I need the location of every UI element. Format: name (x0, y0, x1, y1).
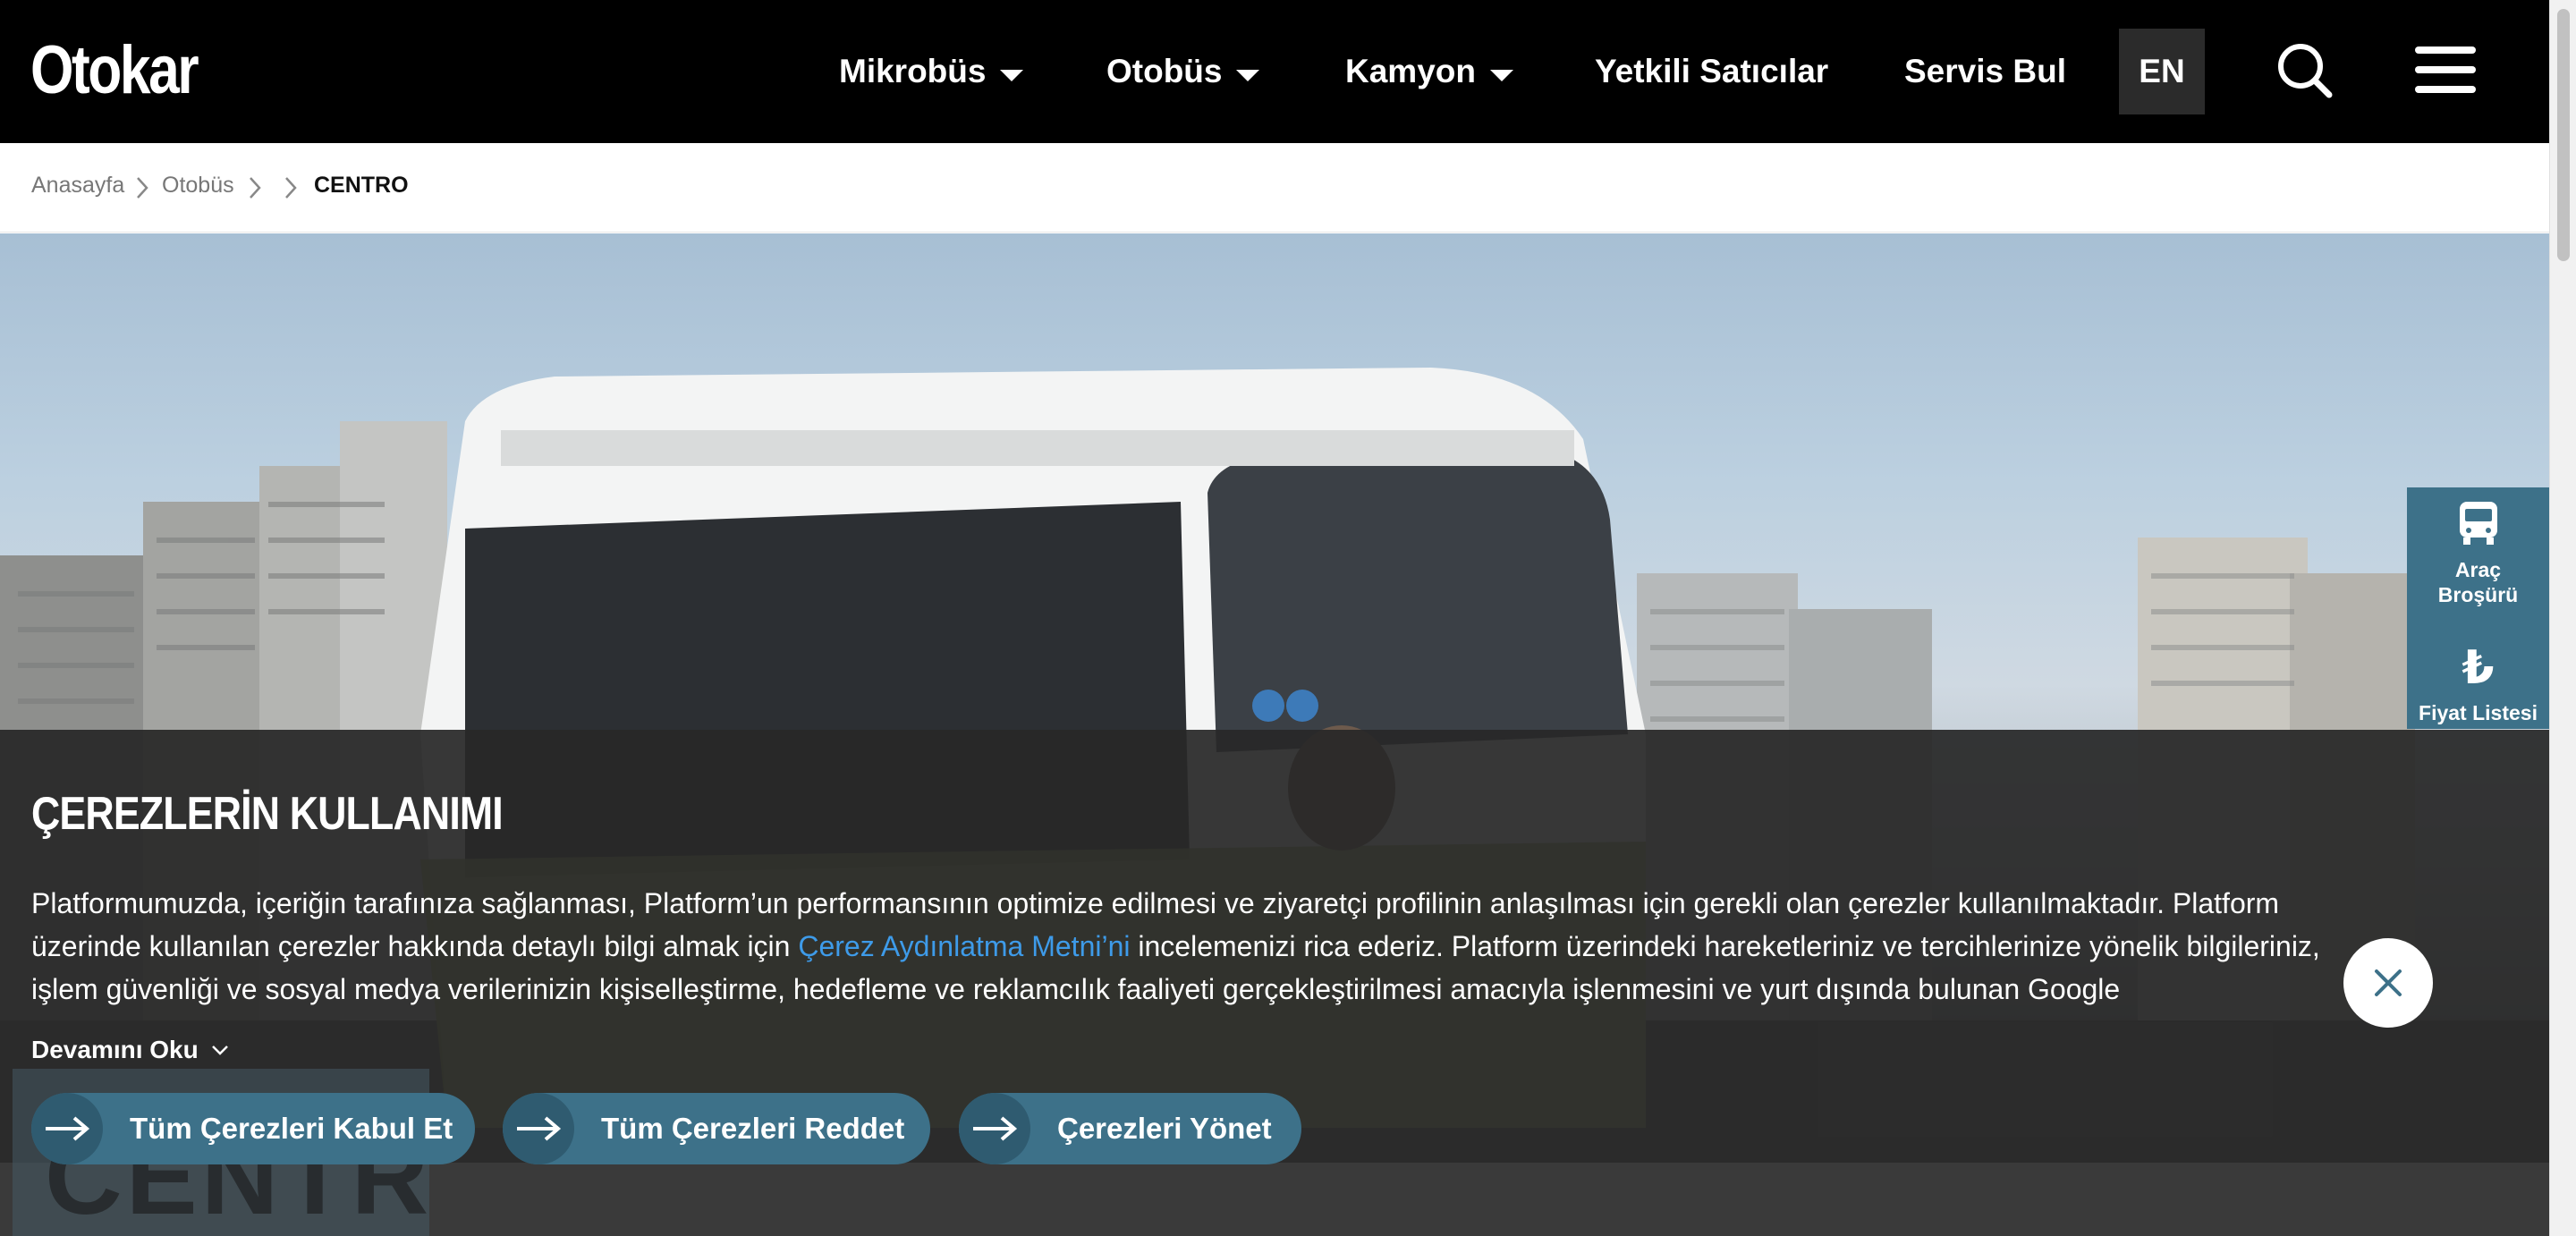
accept-all-label: Tüm Çerezleri Kabul Et (130, 1112, 453, 1145)
nav-yetkili-saticilar-label: Yetkili Satıcılar (1595, 53, 1829, 89)
breadcrumb-home[interactable]: Anasayfa (31, 173, 124, 199)
accept-all-cookies-button[interactable]: Tüm Çerezleri Kabul Et (31, 1093, 475, 1164)
side-action-tabs: Araç Broşürü ₺ Fiyat Listesi (2407, 487, 2549, 729)
cookie-close-button[interactable] (2343, 938, 2433, 1028)
chevron-right-icon (137, 177, 148, 199)
arrow-right-icon (503, 1093, 574, 1164)
manage-cookies-label: Çerezleri Yönet (1057, 1112, 1272, 1145)
nav-yetkili-saticilar[interactable]: Yetkili Satıcılar (1595, 0, 1828, 143)
page-scrollbar[interactable] (2549, 0, 2576, 1236)
nav-otobus-label: Otobüs (1106, 53, 1223, 89)
site-header: Otokar Mikrobüs Otobüs Kamyon Yetkili Sa… (0, 0, 2549, 143)
otokar-logo[interactable]: Otokar (30, 34, 199, 107)
search-icon[interactable] (2275, 41, 2333, 98)
nav-servis-bul[interactable]: Servis Bul (1904, 0, 2066, 143)
hamburger-menu-icon[interactable] (2415, 47, 2476, 93)
price-list-tab[interactable]: ₺ Fiyat Listesi (2407, 641, 2549, 725)
nav-kamyon-label: Kamyon (1345, 53, 1476, 89)
chevron-right-icon (285, 177, 297, 199)
chevron-down-icon (211, 1046, 228, 1055)
nav-kamyon[interactable]: Kamyon (1345, 0, 1513, 143)
cookie-title: ÇEREZLERİN KULLANIMI (31, 788, 504, 840)
reject-all-cookies-button[interactable]: Tüm Çerezleri Reddet (503, 1093, 930, 1164)
close-icon (2375, 969, 2402, 996)
arrow-right-icon (959, 1093, 1030, 1164)
vehicle-brochure-label: Araç Broşürü (2437, 558, 2519, 606)
read-more-label: Devamını Oku (31, 1036, 199, 1063)
arrow-right-icon (31, 1093, 103, 1164)
language-switch-button[interactable]: EN (2119, 29, 2205, 114)
manage-cookies-button[interactable]: Çerezleri Yönet (959, 1093, 1301, 1164)
lira-icon: ₺ (2462, 642, 2495, 694)
caret-down-icon (1236, 69, 1260, 81)
nav-mikrobus-label: Mikrobüs (839, 53, 987, 89)
bus-icon (2459, 502, 2497, 545)
scrollbar-thumb[interactable] (2557, 9, 2570, 261)
caret-down-icon (1489, 69, 1513, 81)
read-more-toggle[interactable]: Devamını Oku (31, 1036, 229, 1064)
caret-down-icon (1000, 69, 1024, 81)
nav-mikrobus[interactable]: Mikrobüs (839, 0, 1024, 143)
breadcrumb-current: CENTRO (314, 173, 409, 198)
chevron-right-icon (250, 177, 261, 199)
nav-otobus[interactable]: Otobüs (1106, 0, 1260, 143)
nav-servis-bul-label: Servis Bul (1904, 53, 2066, 89)
price-list-label: Fiyat Listesi (2419, 701, 2538, 724)
cookie-policy-link[interactable]: Çerez Aydınlatma Metni’ni (798, 930, 1130, 962)
reject-all-label: Tüm Çerezleri Reddet (601, 1112, 905, 1145)
cookie-description: Platformumuzda, içeriğin tarafınıza sağl… (31, 882, 2321, 1011)
breadcrumb-otobus[interactable]: Otobüs (162, 173, 234, 199)
vehicle-brochure-tab[interactable]: Araç Broşürü (2407, 498, 2549, 607)
